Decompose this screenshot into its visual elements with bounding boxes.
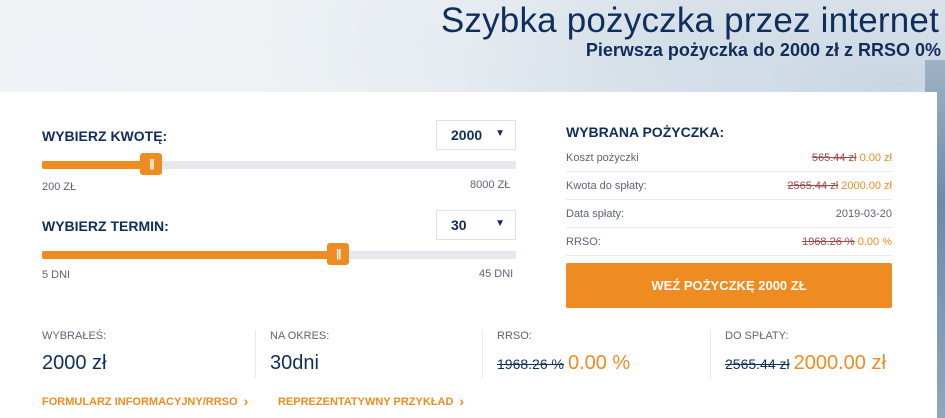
- stat-repayment: DO SPŁATY: 2565.44 zł 2000.00 zł: [725, 330, 886, 380]
- stat-value: 2000 zł: [42, 352, 107, 374]
- summary-row-value: 2565.44 zł 2000.00 zł: [787, 180, 892, 192]
- term-slider-handle[interactable]: ||: [327, 243, 350, 265]
- new-value: 2000.00 zł: [793, 352, 886, 374]
- summary-row-repayment: Kwota do spłaty: 2565.44 zł 2000.00 zł: [566, 174, 892, 200]
- old-value: 1968.26 %: [802, 236, 855, 248]
- new-value: 0.00 %: [857, 236, 892, 248]
- stat-label: WYBRAŁEŚ:: [42, 330, 107, 342]
- summary-row-value: 2019-03-20: [835, 208, 892, 220]
- term-label: WYBIERZ TERMIN:: [42, 218, 169, 234]
- chevron-down-icon: ▼: [495, 218, 505, 229]
- term-max-label: 45 DNI: [479, 268, 514, 280]
- take-loan-button[interactable]: WEŹ POŻYCZKĘ 2000 ZŁ: [566, 263, 892, 308]
- summary-title: WYBRANA POŻYCZKA:: [566, 124, 725, 140]
- stat-rrso: RRSO: 1968.26 % 0.00 %: [497, 330, 630, 380]
- chevron-right-icon: ›: [243, 393, 249, 409]
- page-subtitle: Pierwsza pożyczka do 2000 zł z RRSO 0%: [585, 40, 941, 60]
- stat-value: 30dni: [270, 352, 319, 374]
- link-label: FORMULARZ INFORMACYJNY/RRSO: [42, 396, 238, 408]
- stat-chosen: WYBRAŁEŚ: 2000 zł: [42, 330, 107, 380]
- representative-example-link[interactable]: REPREZENTATYWNY PRZYKŁAD ›: [278, 392, 465, 409]
- summary-row-value: 565.44 zł 0.00 zł: [812, 152, 892, 164]
- new-value: 0.00 zł: [859, 152, 892, 164]
- amount-max-label: 8000 ZŁ: [470, 179, 511, 191]
- term-slider[interactable]: ||: [42, 243, 516, 265]
- term-min-label: 5 DNI: [42, 269, 71, 281]
- amount-slider[interactable]: ||: [42, 153, 516, 175]
- new-value: 0.00 %: [567, 352, 631, 374]
- stat-value: 2565.44 zł 2000.00 zł: [725, 352, 886, 375]
- summary-row-cost: Koszt pożyczki 565.44 zł 0.00 zł: [566, 146, 892, 172]
- old-value: 2565.44 zł: [725, 356, 790, 372]
- term-select[interactable]: 30 ▼: [436, 210, 516, 240]
- divider: [255, 330, 256, 378]
- summary-row-label: Data spłaty:: [566, 208, 625, 220]
- term-select-value: 30: [451, 217, 467, 233]
- summary-row-label: RRSO:: [566, 236, 601, 248]
- summary-row-date: Data spłaty: 2019-03-20: [566, 202, 892, 228]
- stat-label: NA OKRES:: [270, 330, 330, 342]
- summary-row-value: 1968.26 % 0.00 %: [802, 236, 892, 248]
- divider: [710, 330, 711, 378]
- amount-slider-fill: [42, 161, 152, 169]
- amount-label: WYBIERZ KWOTĘ:: [42, 128, 168, 144]
- amount-select-value: 2000: [451, 127, 483, 143]
- summary-row-label: Koszt pożyczki: [566, 152, 639, 164]
- term-slider-fill: [42, 251, 339, 259]
- divider: [482, 330, 483, 378]
- amount-slider-handle[interactable]: ||: [140, 153, 163, 175]
- chevron-right-icon: ›: [459, 393, 465, 409]
- old-value: 1968.26 %: [497, 356, 564, 372]
- stat-period: NA OKRES: 30dni: [270, 330, 329, 380]
- amount-min-label: 200 ZŁ: [42, 181, 77, 193]
- summary-row-rrso: RRSO: 1968.26 % 0.00 %: [566, 230, 892, 256]
- new-value: 2000.00 zł: [841, 180, 892, 192]
- summary-row-label: Kwota do spłaty:: [566, 180, 647, 192]
- page-title: Szybka pożyczka przez internet: [440, 1, 939, 40]
- stat-value: 1968.26 % 0.00 %: [497, 352, 630, 375]
- stat-label: RRSO:: [497, 330, 532, 342]
- info-form-link[interactable]: FORMULARZ INFORMACYJNY/RRSO ›: [42, 392, 249, 409]
- stat-label: DO SPŁATY:: [725, 330, 789, 342]
- link-label: REPREZENTATYWNY PRZYKŁAD: [278, 396, 454, 408]
- amount-select[interactable]: 2000 ▼: [436, 120, 516, 150]
- chevron-down-icon: ▼: [495, 128, 505, 139]
- old-value: 2565.44 zł: [787, 180, 839, 192]
- old-value: 565.44 zł: [811, 152, 857, 164]
